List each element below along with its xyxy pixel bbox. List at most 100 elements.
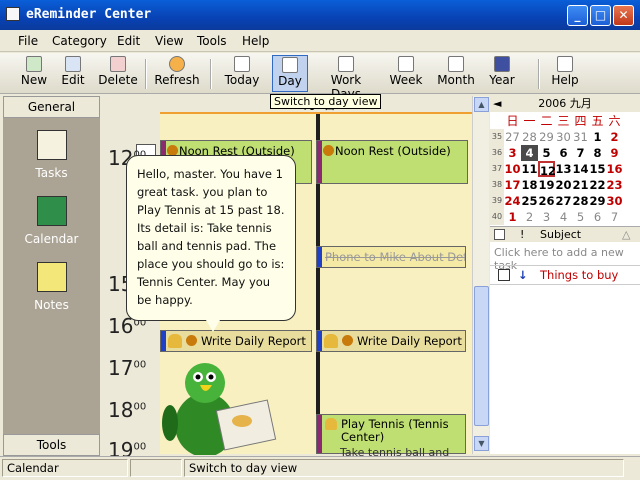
calendar-day[interactable]: 7 — [606, 209, 623, 225]
task-list-header: ! Subject △ — [490, 226, 640, 242]
calendar-day[interactable]: 27 — [504, 129, 521, 145]
calendar-day[interactable]: 22 — [589, 177, 606, 193]
edit-button[interactable]: Edit — [58, 55, 88, 92]
maximize-button[interactable]: □ — [590, 5, 611, 26]
calendar-day[interactable]: 21 — [572, 177, 589, 193]
calendar-day[interactable]: 19 — [538, 177, 555, 193]
prev-month-icon[interactable]: ◄ — [493, 96, 501, 112]
calendar-day-icon — [282, 57, 298, 73]
month-button[interactable]: Month — [435, 55, 477, 92]
work-days-button[interactable]: Work Days — [314, 55, 378, 101]
calendar-day[interactable]: 17 — [504, 177, 521, 193]
nav-calendar[interactable]: Calendar — [3, 196, 100, 246]
weekday-header: 三 — [557, 114, 570, 128]
calendar-day[interactable]: 4 — [555, 209, 572, 225]
close-button[interactable]: ✕ — [613, 5, 634, 26]
sort-arrow-icon: △ — [622, 228, 631, 241]
nav-header-tools[interactable]: Tools — [3, 434, 100, 456]
calendar-day[interactable]: 6 — [589, 209, 606, 225]
hour-label: 1700 — [108, 356, 147, 380]
recurring-icon — [342, 335, 353, 346]
calendar-day[interactable]: 28 — [572, 193, 589, 209]
menu-help[interactable]: Help — [242, 34, 269, 48]
week-button[interactable]: Week — [388, 55, 424, 92]
day-view-button[interactable]: Day — [272, 55, 308, 92]
calendar-day[interactable]: 2 — [606, 129, 623, 145]
calendar-day[interactable]: 27 — [555, 193, 572, 209]
appointment-daily-report-left[interactable]: Write Daily Report — [160, 330, 312, 352]
calendar-day[interactable]: 28 — [521, 129, 538, 145]
minimize-button[interactable]: _ — [567, 5, 588, 26]
calendar-day[interactable]: 8 — [589, 145, 606, 161]
scroll-up-button[interactable]: ▲ — [474, 97, 489, 112]
calendar-day[interactable]: 24 — [504, 193, 521, 209]
calendar-day[interactable]: 25 — [521, 193, 538, 209]
vertical-scrollbar[interactable]: ▲ ▼ — [472, 96, 489, 454]
calendar-day[interactable]: 11 — [521, 161, 538, 177]
calendar-day[interactable]: 2 — [521, 209, 538, 225]
calendar-day[interactable]: 18 — [521, 177, 538, 193]
subject-column-header[interactable]: Subject — [540, 227, 581, 243]
weekday-header: 日 — [506, 114, 519, 128]
calendar-day[interactable]: 9 — [606, 145, 623, 161]
appointment-daily-report-right[interactable]: Write Daily Report — [316, 330, 466, 352]
nav-tasks[interactable]: Tasks — [3, 130, 100, 180]
calendar-day[interactable]: 3 — [504, 145, 521, 161]
nav-tasks-label: Tasks — [35, 166, 68, 180]
calendar-day[interactable]: 1 — [504, 209, 521, 225]
delete-button[interactable]: Delete — [96, 55, 140, 92]
menu-edit[interactable]: Edit — [117, 34, 140, 48]
calendar-day[interactable]: 5 — [572, 209, 589, 225]
appointment-phone-mike[interactable]: Phone to Mike About Defect — [316, 246, 466, 268]
calendar-day[interactable]: 13 — [555, 161, 572, 177]
calendar-week-icon — [398, 56, 414, 72]
calendar-day[interactable]: 20 — [555, 177, 572, 193]
help-button[interactable]: Help — [548, 55, 582, 92]
new-button[interactable]: New — [18, 55, 50, 92]
appointment-noon-rest-right[interactable]: Noon Rest (Outside) — [316, 140, 468, 184]
today-button[interactable]: Today — [222, 55, 262, 92]
tasks-icon — [36, 130, 67, 160]
toolbar-separator — [145, 59, 147, 89]
calendar-day[interactable]: 4 — [521, 145, 538, 161]
calendar-icon — [36, 196, 67, 226]
bell-icon — [168, 334, 182, 348]
title-bar: eReminder Center _ □ ✕ — [0, 0, 640, 30]
calendar-day[interactable]: 29 — [538, 129, 555, 145]
calendar-day[interactable]: 6 — [555, 145, 572, 161]
calendar-day[interactable]: 30 — [606, 193, 623, 209]
menu-file[interactable]: File — [18, 34, 38, 48]
calendar-day[interactable]: 23 — [606, 177, 623, 193]
calendar-day[interactable]: 10 — [504, 161, 521, 177]
menu-tools[interactable]: Tools — [197, 34, 227, 48]
calendar-day[interactable]: 5 — [538, 145, 555, 161]
year-button[interactable]: Year — [486, 55, 518, 92]
nav-notes[interactable]: Notes — [3, 262, 100, 312]
left-navigation: General Tasks Calendar Notes Tools — [3, 96, 100, 456]
month-label: 2006 九月 — [538, 97, 592, 110]
calendar-day[interactable]: 12 — [538, 161, 556, 178]
notes-icon — [36, 262, 67, 292]
weekday-header: 二 — [540, 114, 553, 128]
calendar-day[interactable]: 3 — [538, 209, 555, 225]
calendar-day[interactable]: 7 — [572, 145, 589, 161]
calendar-day[interactable]: 30 — [555, 129, 572, 145]
calendar-day[interactable]: 26 — [538, 193, 555, 209]
calendar-day[interactable]: 15 — [589, 161, 606, 177]
parrot-assistant-image[interactable] — [150, 355, 280, 455]
app-icon — [6, 7, 20, 21]
calendar-day[interactable]: 29 — [589, 193, 606, 209]
menu-category[interactable]: Category — [52, 34, 107, 48]
calendar-day[interactable]: 31 — [572, 129, 589, 145]
calendar-day[interactable]: 1 — [589, 129, 606, 145]
delete-label: Delete — [98, 73, 138, 87]
task-row[interactable]: ↓ Things to buy — [490, 265, 640, 285]
calendar-day[interactable]: 16 — [606, 161, 623, 177]
refresh-button[interactable]: Refresh — [153, 55, 201, 92]
scroll-down-button[interactable]: ▼ — [474, 436, 489, 451]
nav-header-general[interactable]: General — [3, 96, 100, 118]
menu-view[interactable]: View — [155, 34, 183, 48]
scroll-thumb[interactable] — [474, 286, 489, 426]
calendar-day[interactable]: 14 — [572, 161, 589, 177]
task-checkbox[interactable] — [498, 269, 510, 281]
